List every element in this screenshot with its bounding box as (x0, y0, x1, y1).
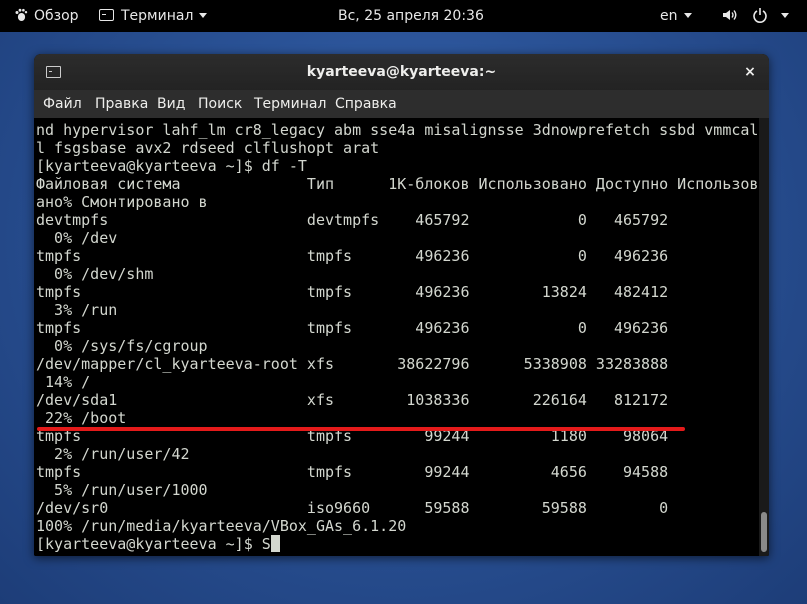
clock[interactable]: Вс, 25 апреля 20:36 (338, 0, 484, 32)
terminal-line: tmpfs tmpfs 496236 13824 482412 (36, 283, 669, 301)
menu-edit[interactable]: Правка (95, 90, 148, 118)
terminal-line: [kyarteeva@kyarteeva ~]$ df -T (36, 157, 307, 175)
keyboard-layout-indicator[interactable]: en (660, 0, 692, 32)
chevron-down-icon (683, 13, 692, 18)
scrollbar[interactable] (759, 118, 769, 556)
terminal-line: l fsgsbase avx2 rdseed clflushopt arat (36, 139, 380, 157)
text-cursor (270, 535, 280, 552)
terminal-line: Файловая система Тип 1K-блоков Использов… (36, 175, 759, 193)
terminal-line: tmpfs tmpfs 496236 0 496236 (36, 319, 669, 337)
terminal-line: 0% /dev (36, 229, 118, 247)
terminal-line: 14% / (36, 373, 91, 391)
menu-terminal[interactable]: Терминал (254, 90, 326, 118)
activities-button[interactable]: Обзор (14, 0, 79, 32)
menu-view[interactable]: Вид (157, 90, 185, 118)
terminal-output: nd hypervisor lahf_lm cr8_legacy abm sse… (36, 121, 758, 553)
terminal-line: /dev/sr0 iso9660 59588 59588 0 (36, 499, 669, 517)
terminal-line: 100% /run/media/kyarteeva/VBox_GAs_6.1.2… (36, 517, 407, 535)
chevron-down-icon (199, 13, 208, 18)
menu-file[interactable]: Файл (43, 90, 82, 118)
terminal-window: kyarteeva@kyarteeva:~ × Файл Правка Вид … (34, 54, 769, 556)
menu-search[interactable]: Поиск (198, 90, 242, 118)
terminal-output-area[interactable]: nd hypervisor lahf_lm cr8_legacy abm sse… (34, 118, 769, 556)
terminal-line: 2% /run/user/42 (36, 445, 190, 463)
terminal-line: 0% /dev/shm (36, 265, 154, 283)
terminal-line: devtmpfs devtmpfs 465792 0 465792 (36, 211, 669, 229)
terminal-icon (46, 66, 61, 78)
power-icon (753, 8, 768, 23)
terminal-icon (99, 9, 114, 21)
menu-bar: Файл Правка Вид Поиск Терминал Справка (34, 90, 769, 118)
volume-icon (723, 10, 737, 20)
app-menu-button[interactable]: Терминал (99, 0, 208, 32)
terminal-line: nd hypervisor lahf_lm cr8_legacy abm sse… (36, 121, 759, 139)
prompt-line: [kyarteeva@kyarteeva ~]$ S (36, 535, 271, 553)
terminal-line: tmpfs tmpfs 496236 0 496236 (36, 247, 669, 265)
terminal-line: 0% /sys/fs/cgroup (36, 337, 208, 355)
terminal-line: 22% /boot (36, 409, 127, 427)
terminal-line: 3% /run (36, 301, 118, 319)
top-bar: Обзор Терминал Вс, 25 апреля 20:36 en (0, 0, 807, 32)
activities-label: Обзор (34, 8, 79, 24)
chevron-down-icon (780, 13, 789, 18)
terminal-line: 5% /run/user/1000 (36, 481, 208, 499)
app-menu-label: Терминал (121, 8, 194, 24)
scrollbar-thumb[interactable] (761, 512, 767, 552)
terminal-line: /dev/sda1 xfs 1038336 226164 812172 (36, 391, 669, 409)
keyboard-layout-label: en (660, 8, 678, 24)
gnome-foot-icon (15, 8, 28, 21)
system-menu[interactable] (722, 0, 789, 32)
window-titlebar[interactable]: kyarteeva@kyarteeva:~ × (34, 54, 769, 90)
terminal-line: tmpfs tmpfs 99244 4656 94588 (36, 463, 669, 481)
menu-help[interactable]: Справка (335, 90, 397, 118)
terminal-line: ано% Смонтировано в (36, 193, 208, 211)
annotation-underline (37, 427, 685, 431)
close-button[interactable]: × (739, 61, 761, 83)
window-title: kyarteeva@kyarteeva:~ (306, 64, 497, 80)
terminal-line: /dev/mapper/cl_kyarteeva-root xfs 386227… (36, 355, 669, 373)
